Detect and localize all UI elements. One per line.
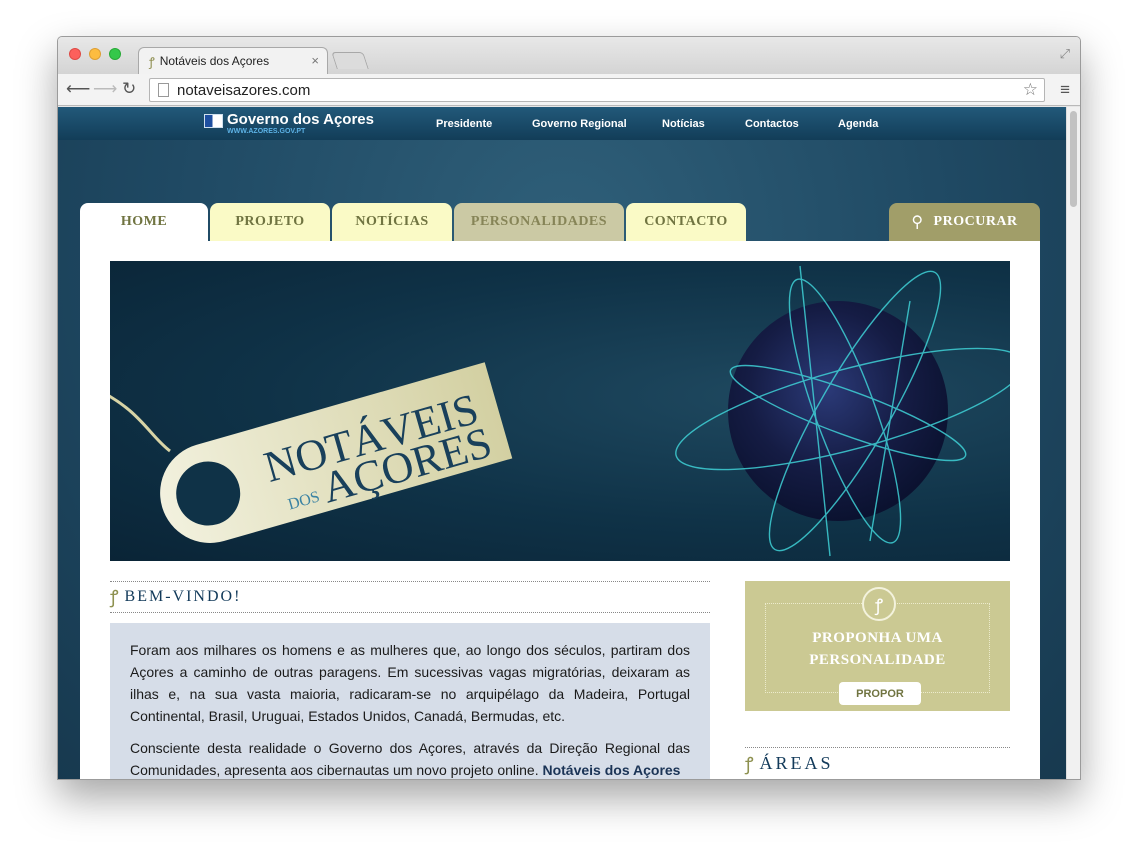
welcome-paragraph-1: Foram aos milhares os homens e as mulher… [130,642,690,724]
close-window-button[interactable] [69,48,81,60]
welcome-paragraph-2: Consciente desta realidade o Governo dos… [130,737,690,779]
browser-toolbar: ⟵ ⟶ ↻ notaveisazores.com ☆ ≡ [58,74,1080,106]
search-tab[interactable]: ⚲ PROCURAR [889,203,1040,241]
hero-banner: NOTÁVEIS DOS AÇORES [110,261,1010,561]
propose-box: ꝭ PROPONHA UMA PERSONALIDADE PROPOR [745,581,1010,711]
ornament-icon: ꝭ [745,753,754,775]
glowing-orb [728,301,948,521]
close-tab-icon[interactable]: × [311,53,319,68]
tag-label: NOTÁVEIS DOS AÇORES [160,362,513,543]
scrollbar-thumb[interactable] [1070,111,1077,207]
ornament-favicon-icon: ꝭ [149,54,155,69]
search-label: PROCURAR [933,214,1018,229]
tab-title: Notáveis dos Açores [159,54,270,68]
propose-title: PROPONHA UMA PERSONALIDADE [745,627,1010,671]
ornament-badge-icon: ꝭ [862,587,896,621]
gov-link-governo-regional[interactable]: Governo Regional [532,118,627,130]
government-bar: Governo dos Açores WWW.AZORES.GOV.PT Pre… [58,107,1068,140]
browser-tab[interactable]: ꝭ Notáveis dos Açores × [138,47,328,74]
forward-arrow-icon[interactable]: ⟶ [93,79,117,99]
azores-flag-icon [204,114,223,128]
propose-title-line2: PERSONALIDADE [809,652,946,668]
hamburger-menu-icon[interactable]: ≡ [1060,80,1070,100]
gov-logo-name: Governo dos Açores [227,111,374,128]
search-icon: ⚲ [911,214,924,231]
areas-heading: ꝭ ÁREAS [745,747,1010,779]
back-arrow-icon[interactable]: ⟵ [66,79,90,99]
page-document-icon [158,83,169,97]
gov-logo-url: WWW.AZORES.GOV.PT [227,128,306,135]
gov-link-contactos[interactable]: Contactos [745,118,799,130]
ornament-icon: ꝭ [110,587,119,608]
areas-title: ÁREAS [759,753,834,773]
propose-button[interactable]: PROPOR [839,682,921,705]
address-bar[interactable]: notaveisazores.com ☆ [149,78,1045,102]
gov-link-presidente[interactable]: Presidente [436,118,492,130]
bookmark-star-icon[interactable]: ☆ [1023,80,1038,100]
tag-string [110,394,171,453]
fullscreen-icon[interactable]: ⤢ [1060,46,1070,62]
new-tab-button[interactable] [331,52,369,69]
nav-tab-noticias[interactable]: NOTÍCIAS [332,203,452,241]
reload-icon[interactable]: ↻ [122,79,136,99]
welcome-heading: ꝭ BEM-VINDO! [110,581,710,613]
welcome-project-name: Notáveis dos Açores [542,762,681,778]
welcome-text-box: Foram aos milhares os homens e as mulher… [110,623,710,779]
address-text[interactable]: notaveisazores.com [177,82,310,99]
tab-strip: ꝭ Notáveis dos Açores × ⤢ [58,37,1080,74]
hero-artwork: NOTÁVEIS DOS AÇORES [110,265,1010,557]
gov-link-agenda[interactable]: Agenda [838,118,878,130]
zoom-window-button[interactable] [109,48,121,60]
propose-title-line1: PROPONHA UMA [812,630,943,646]
browser-window: ꝭ Notáveis dos Açores × ⤢ ⟵ ⟶ ↻ notaveis… [57,36,1081,780]
gov-link-noticias[interactable]: Notícias [662,118,705,130]
nav-tab-projeto[interactable]: PROJETO [210,203,330,241]
nav-tab-contacto[interactable]: CONTACTO [626,203,746,241]
main-nav: HOME PROJETO NOTÍCIAS PERSONALIDADES CON… [80,203,1040,241]
minimize-window-button[interactable] [89,48,101,60]
vertical-scrollbar[interactable] [1066,107,1080,779]
page-viewport: Governo dos Açores WWW.AZORES.GOV.PT Pre… [58,107,1068,779]
welcome-title: BEM-VINDO! [124,588,242,605]
nav-tab-home[interactable]: HOME [80,203,208,241]
nav-tab-personalidades[interactable]: PERSONALIDADES [454,203,624,241]
